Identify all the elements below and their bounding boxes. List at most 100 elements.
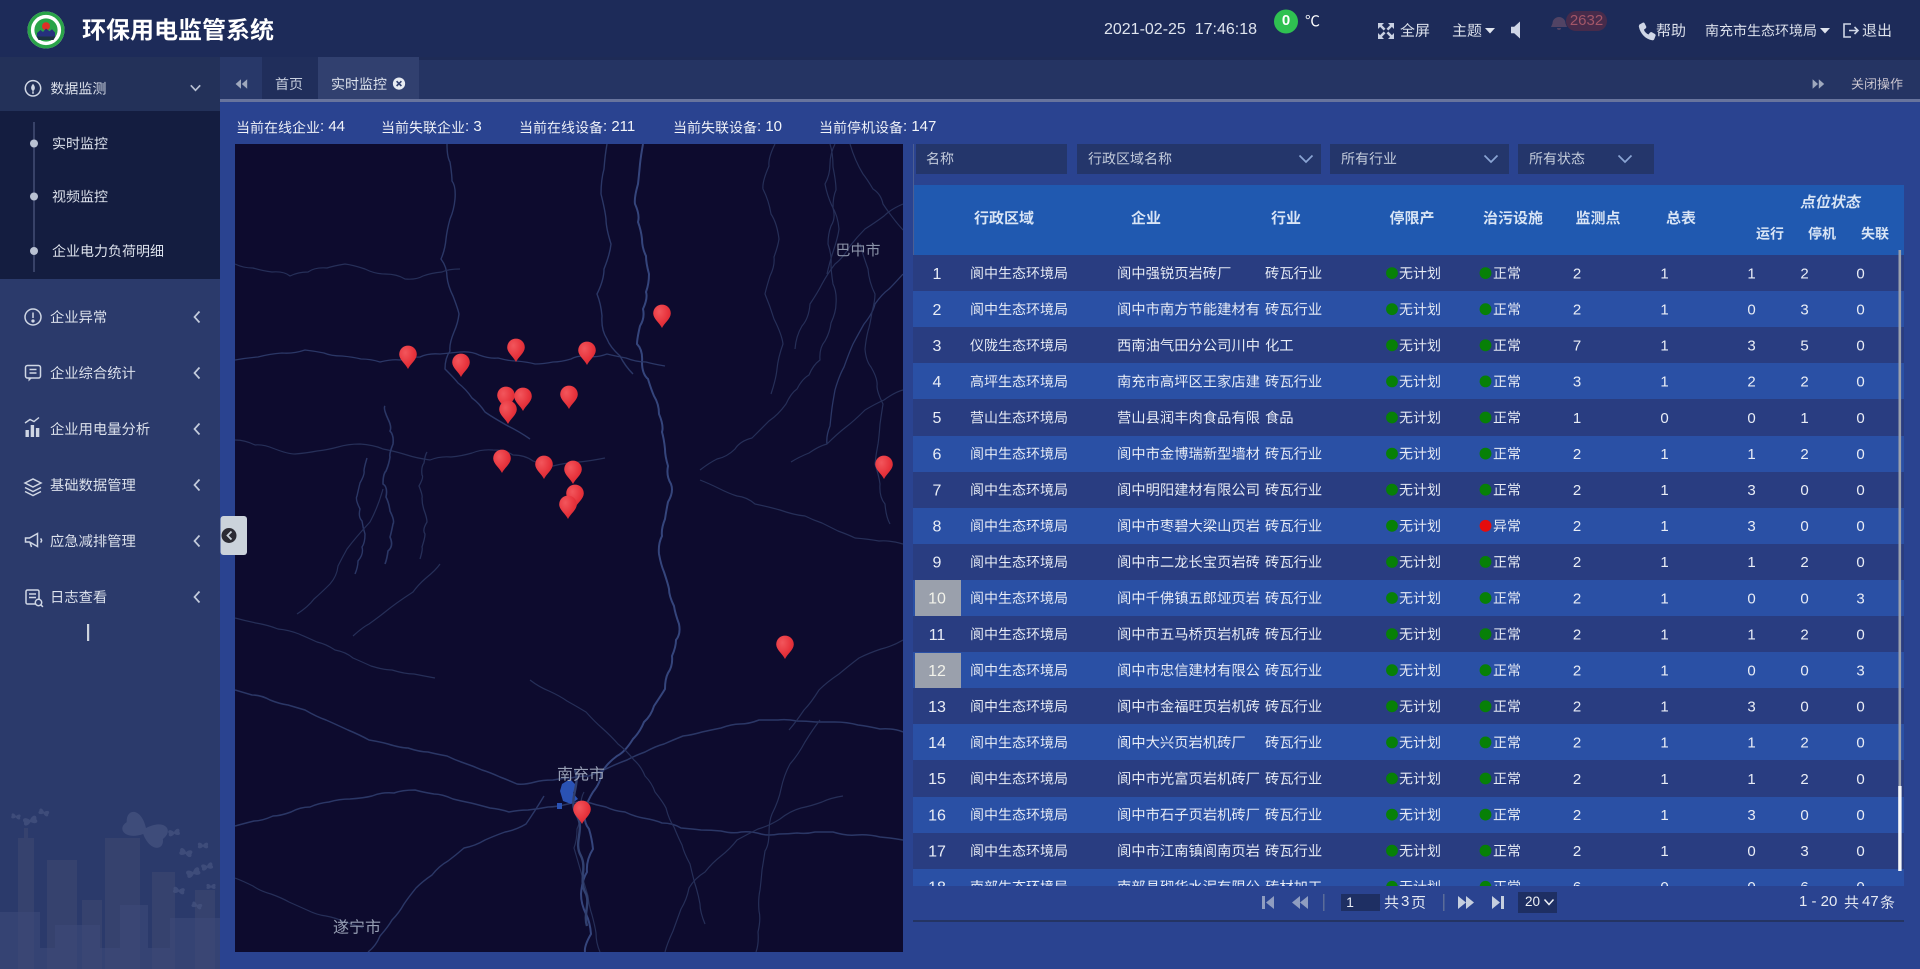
svg-text:1: 1: [1660, 843, 1668, 860]
svg-text:0: 0: [1800, 482, 1808, 499]
svg-text:9: 9: [933, 555, 942, 572]
svg-text:0: 0: [1747, 663, 1755, 680]
svg-text:1: 1: [1747, 626, 1755, 643]
svg-text:1: 1: [1800, 410, 1808, 427]
svg-text:1: 1: [1660, 302, 1668, 319]
svg-text:1: 1: [1747, 265, 1755, 282]
svg-text:0: 0: [1800, 699, 1808, 716]
svg-text:0: 0: [1856, 482, 1864, 499]
svg-text:0: 0: [1660, 410, 1668, 427]
svg-text:0: 0: [1856, 771, 1864, 788]
svg-text:1: 1: [1660, 482, 1668, 499]
svg-text:3: 3: [1747, 807, 1755, 824]
svg-text:1: 1: [1660, 807, 1668, 824]
svg-text:8: 8: [933, 519, 942, 536]
svg-text:0: 0: [1856, 626, 1864, 643]
svg-text:1: 1: [1660, 663, 1668, 680]
svg-text:1: 1: [1660, 699, 1668, 716]
svg-text:12: 12: [928, 663, 946, 680]
svg-text:2: 2: [1747, 374, 1755, 391]
svg-text:3: 3: [1747, 338, 1755, 355]
svg-text:3: 3: [1747, 699, 1755, 716]
svg-text:2: 2: [1800, 265, 1808, 282]
svg-text:3: 3: [1747, 482, 1755, 499]
svg-text:3: 3: [1573, 374, 1581, 391]
svg-text:13: 13: [928, 699, 946, 716]
svg-text:0: 0: [1747, 590, 1755, 607]
svg-text:1: 1: [1747, 554, 1755, 571]
svg-text:0: 0: [1856, 843, 1864, 860]
svg-text:15: 15: [928, 771, 946, 788]
svg-text:0: 0: [1747, 302, 1755, 319]
svg-text:2: 2: [1800, 446, 1808, 463]
svg-text:3: 3: [1747, 518, 1755, 535]
svg-text:1: 1: [1660, 554, 1668, 571]
svg-text:2: 2: [1573, 699, 1581, 716]
svg-text:2: 2: [1573, 735, 1581, 752]
svg-text:0: 0: [1800, 590, 1808, 607]
svg-text:5: 5: [933, 410, 942, 427]
svg-text:0: 0: [1800, 518, 1808, 535]
svg-text:3: 3: [1800, 302, 1808, 319]
svg-text:2: 2: [1573, 663, 1581, 680]
svg-text:2: 2: [1573, 446, 1581, 463]
svg-text:1: 1: [1660, 374, 1668, 391]
svg-text:0: 0: [1747, 879, 1755, 896]
svg-text:2: 2: [1573, 843, 1581, 860]
svg-text:2: 2: [1800, 374, 1808, 391]
svg-text:0: 0: [1856, 302, 1864, 319]
svg-text:1: 1: [1660, 338, 1668, 355]
svg-text:1: 1: [1747, 446, 1755, 463]
svg-text:0: 0: [1800, 663, 1808, 680]
svg-text:1: 1: [1747, 735, 1755, 752]
svg-text:1: 1: [1660, 446, 1668, 463]
svg-text:2: 2: [933, 302, 942, 319]
svg-text:2: 2: [1800, 554, 1808, 571]
svg-text:5: 5: [1800, 338, 1808, 355]
svg-text:2: 2: [1573, 265, 1581, 282]
svg-text:6: 6: [1573, 879, 1581, 896]
svg-text:10: 10: [928, 591, 946, 608]
svg-text:0: 0: [1856, 699, 1864, 716]
svg-text:2: 2: [1800, 626, 1808, 643]
svg-text:0: 0: [1800, 807, 1808, 824]
svg-text:14: 14: [928, 735, 946, 752]
svg-text:0: 0: [1660, 879, 1668, 896]
svg-text:2: 2: [1573, 590, 1581, 607]
svg-text:1: 1: [1660, 771, 1668, 788]
svg-text:18: 18: [928, 880, 946, 897]
svg-text:0: 0: [1747, 843, 1755, 860]
svg-text:0: 0: [1856, 735, 1864, 752]
svg-text:2: 2: [1573, 554, 1581, 571]
svg-text:0: 0: [1856, 807, 1864, 824]
svg-text:1: 1: [1660, 626, 1668, 643]
svg-text:1: 1: [1573, 410, 1581, 427]
svg-text:2: 2: [1573, 482, 1581, 499]
svg-text:16: 16: [928, 807, 946, 824]
svg-text:17: 17: [928, 843, 946, 860]
svg-text:2: 2: [1573, 807, 1581, 824]
svg-text:0: 0: [1856, 374, 1864, 391]
svg-text:2: 2: [1573, 302, 1581, 319]
svg-text:7: 7: [933, 482, 942, 499]
svg-text:0: 0: [1856, 338, 1864, 355]
svg-text:3: 3: [1856, 663, 1864, 680]
svg-text:2: 2: [1800, 771, 1808, 788]
svg-text:2: 2: [1800, 735, 1808, 752]
svg-text:1: 1: [1660, 735, 1668, 752]
svg-text:3: 3: [1856, 590, 1864, 607]
svg-text:2: 2: [1573, 626, 1581, 643]
svg-text:1: 1: [1747, 771, 1755, 788]
svg-text:1: 1: [933, 266, 942, 283]
svg-text:0: 0: [1856, 554, 1864, 571]
svg-text:3: 3: [933, 338, 942, 355]
svg-text:3: 3: [1800, 843, 1808, 860]
svg-text:0: 0: [1856, 518, 1864, 535]
svg-text:0: 0: [1856, 410, 1864, 427]
svg-text:1: 1: [1660, 518, 1668, 535]
svg-text:7: 7: [1573, 338, 1581, 355]
svg-text:0: 0: [1747, 410, 1755, 427]
svg-text:2: 2: [1573, 518, 1581, 535]
svg-text:1: 1: [1660, 590, 1668, 607]
svg-text:0: 0: [1856, 265, 1864, 282]
